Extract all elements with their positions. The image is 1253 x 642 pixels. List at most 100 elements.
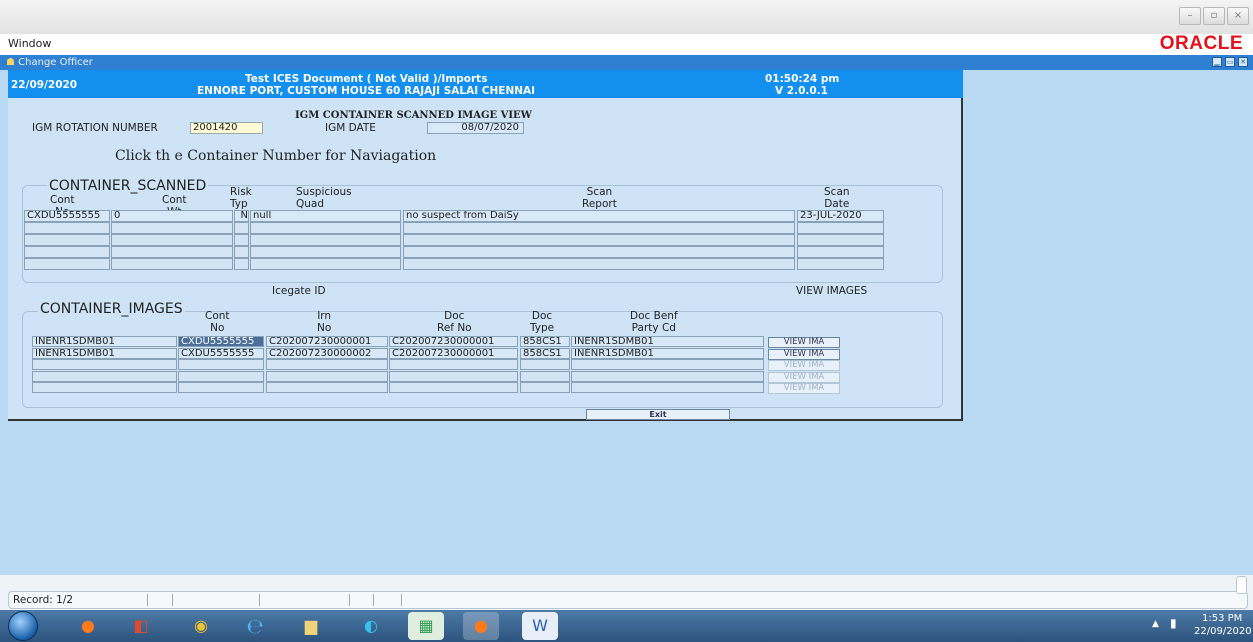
image-cell-cont-no[interactable]: CXDU5555555 [178, 347, 264, 359]
scanned-cell-quad: null [250, 210, 401, 222]
scanned-cell-cont-no[interactable] [24, 246, 110, 258]
edge-taskbar-icon[interactable]: ◐ [353, 612, 389, 640]
close-button[interactable]: × [1227, 7, 1249, 25]
firefox-taskbar-icon[interactable]: ● [70, 612, 106, 640]
image-cell-party: INENR1SDMB01 [571, 347, 764, 359]
scanned-cell-cont-wt [111, 222, 233, 234]
scanned-cell-quad [250, 234, 401, 246]
icegate-id-label: Icegate ID [272, 285, 326, 297]
image-cell-party: INENR1SDMB01 [571, 336, 764, 347]
scanned-cell-risk [234, 258, 249, 270]
igm-date-label: IGM DATE [325, 122, 376, 134]
record-indicator-bar: Record: 1/2 [8, 591, 1248, 609]
scanned-cell-quad [250, 246, 401, 258]
start-button[interactable] [8, 611, 38, 641]
menu-bar [0, 34, 1253, 54]
image-cell-irn [266, 370, 388, 382]
tray-up-arrow-icon[interactable]: ▲ [1152, 619, 1159, 629]
folder-taskbar-icon[interactable]: ▆ [293, 612, 329, 640]
image-cell-doc-ref: C202007230000001 [389, 336, 518, 347]
oracle-logo: ORACLE [1159, 33, 1243, 54]
mdi-restore-button[interactable]: ▭ [1225, 57, 1235, 67]
image-cell-party [571, 359, 764, 370]
scanned-cell-cont-no[interactable]: CXDU5555555 [24, 210, 110, 222]
image-cell-cont-no[interactable] [178, 382, 264, 393]
minimize-button[interactable]: – [1179, 7, 1201, 25]
scanned-cell-date [797, 246, 884, 258]
clock-time[interactable]: 1:53 PM [1202, 613, 1242, 624]
image-cell-doc-type [520, 370, 570, 382]
header-version: V 2.0.0.1 [775, 85, 828, 97]
word-taskbar-icon[interactable]: W [522, 612, 558, 640]
image-cell-irn [266, 382, 388, 393]
image-cell-icegate [32, 382, 177, 393]
header-title: Test ICES Document ( Not Valid )/Imports [245, 73, 488, 85]
excel-taskbar-icon[interactable]: ▦ [408, 612, 444, 640]
app-title-bar [0, 0, 1253, 34]
scanned-cell-report [403, 258, 795, 270]
image-cell-icegate: INENR1SDMB01 [32, 336, 177, 347]
image-cell-doc-type [520, 382, 570, 393]
scanned-cell-report [403, 234, 795, 246]
scanned-cell-report: no suspect from DaiSy [403, 210, 795, 222]
maximize-button[interactable]: ▫ [1203, 7, 1225, 25]
image-cell-doc-ref [389, 370, 518, 382]
image-cell-doc-type [520, 359, 570, 370]
header-subtitle: ENNORE PORT, CUSTOM HOUSE 60 RAJAJI SALA… [197, 85, 536, 97]
status-scroll-handle[interactable] [1236, 576, 1247, 594]
image-cell-cont-no[interactable] [178, 370, 264, 382]
ie-taskbar-icon[interactable]: ℮ [237, 612, 273, 640]
col-doc-type: Doc Type [530, 310, 555, 334]
scanned-cell-cont-wt [111, 246, 233, 258]
mdi-close-button[interactable]: ✕ [1238, 57, 1248, 67]
clock-date[interactable]: 22/09/2020 [1194, 626, 1252, 637]
col-irn-no: Irn No [317, 310, 332, 334]
view-image-button[interactable]: VIEW IMA [768, 348, 840, 360]
view-image-button[interactable]: VIEW IMA [768, 360, 840, 371]
navigation-hint: Click th e Container Number for Naviagat… [115, 148, 437, 164]
record-count: Record: 1/2 [13, 594, 74, 606]
scanned-cell-quad [250, 258, 401, 270]
image-cell-icegate [32, 359, 177, 370]
view-image-button[interactable]: VIEW IMA [768, 383, 840, 394]
form-icon: ☗ [6, 57, 15, 68]
mdi-title: Change Officer [18, 57, 93, 68]
igm-date-field[interactable]: 08/07/2020 [427, 122, 524, 134]
image-cell-doc-type: 858CS1 [520, 336, 570, 347]
image-cell-doc-ref [389, 382, 518, 393]
image-cell-icegate: INENR1SDMB01 [32, 347, 177, 359]
image-cell-cont-no[interactable]: CXDU5555555 [178, 336, 264, 347]
scanned-cell-report [403, 222, 795, 234]
menu-window[interactable]: Window [8, 37, 51, 50]
scanned-cell-quad [250, 222, 401, 234]
image-cell-party [571, 382, 764, 393]
container-images-title: CONTAINER_IMAGES [38, 301, 185, 317]
scanned-cell-date: 23-JUL-2020 [797, 210, 884, 222]
image-cell-icegate [32, 370, 177, 382]
scanned-cell-report [403, 246, 795, 258]
col-doc-benf: Doc Benf Party Cd [630, 310, 678, 334]
view-image-button[interactable]: VIEW IMA [768, 337, 840, 348]
col-suspicious-quad: Suspicious Quad [296, 186, 352, 210]
mdi-minimize-button[interactable]: ▁ [1212, 57, 1222, 67]
image-cell-doc-ref: C202007230000001 [389, 347, 518, 359]
image-cell-cont-no[interactable] [178, 359, 264, 370]
col-img-cont-no: Cont No [205, 310, 230, 334]
scanned-cell-date [797, 234, 884, 246]
chrome-taskbar-icon[interactable]: ◉ [183, 612, 219, 640]
firefox-active-taskbar-icon[interactable]: ● [463, 612, 499, 640]
image-cell-irn [266, 359, 388, 370]
office-taskbar-icon[interactable]: ◧ [123, 612, 159, 640]
scanned-cell-cont-no[interactable] [24, 234, 110, 246]
scanned-cell-cont-no[interactable] [24, 258, 110, 270]
scanned-cell-cont-no[interactable] [24, 222, 110, 234]
exit-button[interactable]: Exit [586, 409, 730, 420]
rotation-number-field[interactable]: 2001420 [190, 122, 263, 134]
form-title: IGM CONTAINER SCANNED IMAGE VIEW [295, 110, 532, 121]
image-cell-irn: C202007230000002 [266, 347, 388, 359]
view-image-button[interactable]: VIEW IMA [768, 371, 840, 383]
tray-network-icon[interactable]: ▮ [1170, 616, 1177, 630]
scanned-cell-cont-wt [111, 234, 233, 246]
scanned-cell-risk [234, 246, 249, 258]
scanned-cell-risk [234, 234, 249, 246]
